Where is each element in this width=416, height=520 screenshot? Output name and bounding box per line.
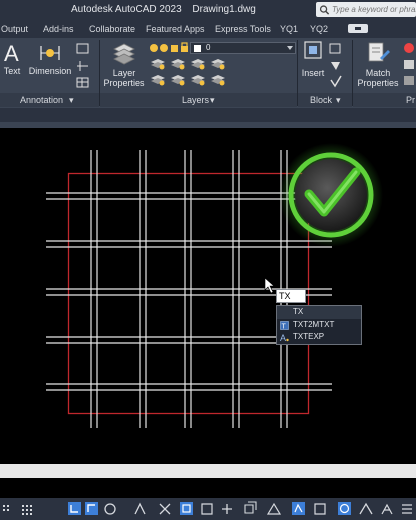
svg-text:A: A (4, 42, 19, 64)
properties-small-tools[interactable] (402, 42, 416, 90)
suggestion-label: TXT2MTXT (293, 319, 335, 329)
dimension-icon (40, 46, 60, 60)
text-convert-icon: T (280, 320, 289, 330)
dimension-button[interactable]: Dimension (28, 42, 72, 76)
annotation-panel-label: Annotation (20, 95, 64, 105)
file-tab-bar (0, 108, 416, 122)
layer-properties-label-1: Layer (112, 68, 136, 78)
drawing-canvas[interactable] (0, 128, 416, 464)
command-line[interactable] (0, 464, 416, 478)
suggestion-label: TX (293, 307, 304, 316)
block-panel-footer[interactable]: Block ▾ (298, 93, 352, 107)
ribbon-tabs: Output Add-ins Collaborate Featured Apps… (0, 20, 416, 38)
tab-yq2[interactable]: YQ2 (310, 24, 328, 34)
layer-color-swatch (194, 45, 201, 52)
layer-state-icons[interactable] (149, 42, 189, 54)
annotation-small-tools[interactable] (76, 42, 90, 90)
suggestion-label: TXTEXP (293, 332, 325, 341)
tab-featured-apps[interactable]: Featured Apps (146, 24, 205, 34)
window-title: Autodesk AutoCAD 2023 Drawing1.dwg (71, 4, 264, 15)
insert-block-icon (304, 41, 322, 59)
search-input[interactable] (332, 5, 416, 14)
ribbon-toggle-button[interactable] (348, 24, 368, 33)
properties-panel-footer[interactable]: Pr (353, 93, 416, 107)
suggestion-tx[interactable]: TX (277, 306, 361, 319)
tab-yq1[interactable]: YQ1 (280, 24, 298, 34)
block-panel-label: Block (310, 95, 333, 105)
chevron-down-icon (287, 46, 293, 50)
chevron-down-icon: ▾ (336, 95, 341, 105)
boundary-rectangle[interactable] (67, 172, 310, 415)
suggestion-txtexp[interactable]: A TXTEXP (277, 331, 361, 344)
match-properties-button[interactable]: Match Properties (354, 40, 402, 88)
layout-tabs-bar (0, 478, 416, 498)
text-explode-icon: A (280, 333, 289, 342)
svg-text:A: A (280, 333, 286, 342)
drawing-svg[interactable] (0, 128, 416, 464)
text-button-label: Text (3, 66, 21, 76)
mouse-cursor-icon (264, 277, 275, 294)
dynamic-command-input[interactable]: TX (276, 289, 306, 303)
status-bar (0, 498, 416, 520)
svg-text:T: T (282, 323, 287, 330)
tab-output[interactable]: Output (1, 24, 28, 34)
command-suggestion-list[interactable]: TX T TXT2MTXT A TXTEXP (276, 305, 362, 345)
layer-stack-icon (113, 43, 135, 65)
layers-panel-footer[interactable]: Layers ▾ (100, 93, 297, 107)
layer-properties-label-2: Properties (103, 78, 145, 88)
match-properties-label-2: Properties (357, 78, 399, 88)
checkmark-icon (279, 143, 383, 247)
insert-button-label: Insert (301, 68, 325, 78)
dimension-button-label: Dimension (28, 66, 72, 76)
file-name: Drawing1.dwg (192, 4, 256, 15)
layer-dropdown[interactable]: 0 (190, 42, 296, 54)
annotation-panel-footer[interactable]: Annotation ▾ (0, 93, 99, 107)
title-bar: Autodesk AutoCAD 2023 Drawing1.dwg (0, 0, 416, 20)
block-small-tools[interactable] (329, 42, 343, 90)
chevron-down-icon: ▾ (210, 95, 215, 105)
tab-express-tools[interactable]: Express Tools (215, 24, 271, 34)
tab-add-ins[interactable]: Add-ins (43, 24, 74, 34)
chevron-down-icon: ▾ (69, 95, 74, 105)
text-button[interactable]: A Text (1, 41, 23, 76)
current-layer-name: 0 (206, 43, 211, 52)
properties-panel-label: Pr (406, 95, 415, 105)
match-properties-label-1: Match (365, 68, 391, 78)
layer-tools-grid[interactable] (149, 58, 299, 88)
text-icon: A (4, 41, 19, 66)
insert-button[interactable]: Insert (300, 40, 326, 78)
app-name: Autodesk AutoCAD 2023 (71, 4, 182, 15)
search-icon (319, 4, 330, 15)
status-bar-icons[interactable] (0, 498, 416, 520)
search-box[interactable] (316, 2, 416, 17)
suggestion-txt2mtxt[interactable]: T TXT2MTXT (277, 319, 361, 332)
layers-panel-label: Layers (182, 95, 210, 105)
tab-collaborate[interactable]: Collaborate (89, 24, 135, 34)
match-properties-icon (368, 42, 390, 62)
layer-properties-button[interactable]: Layer Properties (102, 40, 146, 88)
